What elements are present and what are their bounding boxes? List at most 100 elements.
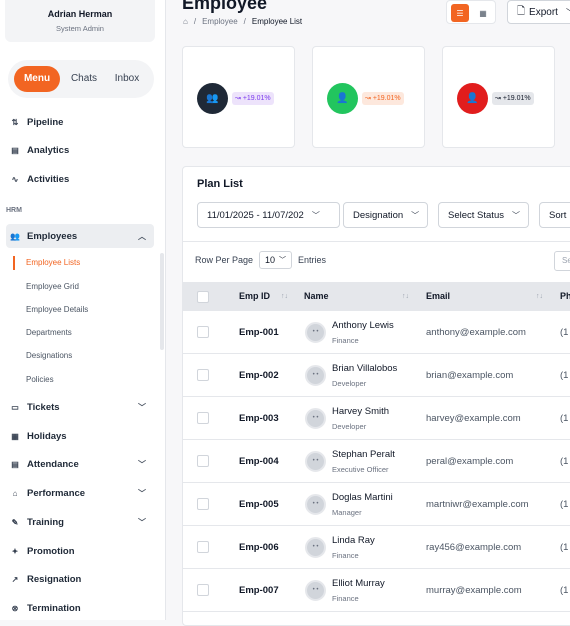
page-title: Employee xyxy=(182,0,268,13)
grid-view-button[interactable]: ▦ xyxy=(474,4,492,22)
sidebar-scrollbar[interactable] xyxy=(160,253,164,350)
sidebar-item-activities[interactable]: ∿ Activities xyxy=(6,167,154,191)
designation-label: Designation xyxy=(353,209,404,221)
designation-select[interactable]: Designation ﹀ xyxy=(343,202,428,228)
col-phone[interactable]: Ph xyxy=(560,282,570,311)
export-button[interactable]: 🗋 Export ﹀ xyxy=(507,0,570,24)
tab-menu[interactable]: Menu xyxy=(14,66,60,92)
row-checkbox[interactable] xyxy=(197,326,209,338)
rows-per-page-select[interactable]: 10 ﹀ xyxy=(259,251,293,269)
employee-email: peral@example.com xyxy=(426,456,514,467)
sidebar-item-label: Analytics xyxy=(27,144,70,156)
table-row[interactable]: Emp-007 • • Elliot Murray Finance murray@exa… xyxy=(183,569,570,612)
sidebar-item-label: Termination xyxy=(27,602,81,614)
sidebar-item-analytics[interactable]: ▤ Analytics xyxy=(6,138,154,162)
sort-icon[interactable]: ↑↓ xyxy=(281,282,288,311)
employee-name[interactable]: Doglas Martini xyxy=(332,492,393,503)
home-icon[interactable]: ⌂ xyxy=(183,17,188,26)
sidebar-sub-designations[interactable]: Designations xyxy=(26,351,72,360)
employee-email: harvey@example.com xyxy=(426,413,521,424)
status-select[interactable]: Select Status ﹀ xyxy=(438,202,529,228)
employee-name[interactable]: Elliot Murray xyxy=(332,578,385,589)
chevron-down-icon: ﹀ xyxy=(411,210,420,220)
list-icon: ☰ xyxy=(456,8,464,18)
col-emp-id[interactable]: Emp ID xyxy=(239,282,270,311)
sidebar-item-label: Attendance xyxy=(27,458,79,470)
avatar: • • xyxy=(305,537,326,558)
avatar: • • xyxy=(305,322,326,343)
row-checkbox[interactable] xyxy=(197,541,209,553)
sidebar-item-resignation[interactable]: ↗ Resignation xyxy=(6,567,154,591)
stat-card-total: 👥 ↝ +19.01% xyxy=(182,46,295,148)
sidebar-sub-employee-grid[interactable]: Employee Grid xyxy=(26,282,79,291)
search-input[interactable]: Se xyxy=(554,251,570,271)
sidebar-item-employees[interactable]: 👥 Employees ︿ xyxy=(6,224,154,248)
breadcrumb-employee[interactable]: Employee xyxy=(202,17,238,26)
sidebar-item-termination[interactable]: ⊗ Termination xyxy=(6,596,154,620)
sidebar-item-holidays[interactable]: ▦ Holidays xyxy=(6,424,154,448)
sidebar-sub-employee-details[interactable]: Employee Details xyxy=(26,305,88,314)
sidebar-item-label: Pipeline xyxy=(27,116,64,128)
date-range-value: 11/01/2025 - 11/07/202 xyxy=(207,209,304,221)
rows-per-page: Row Per Page 10 ﹀ Entries xyxy=(195,251,326,269)
employee-role: Executive Officer xyxy=(332,465,389,474)
employee-role: Finance xyxy=(332,551,359,560)
analytics-icon: ▤ xyxy=(11,145,19,155)
employee-name[interactable]: Harvey Smith xyxy=(332,406,389,417)
table-row[interactable]: Emp-002 • • Brian Villalobos Developer brian… xyxy=(183,354,570,397)
sort-icon[interactable]: ↑↓ xyxy=(402,282,409,311)
avatar: • • xyxy=(305,365,326,386)
sort-select[interactable]: Sort xyxy=(539,202,570,228)
employee-name[interactable]: Brian Villalobos xyxy=(332,363,397,374)
breadcrumb: ⌂ / Employee / Employee List xyxy=(183,17,303,26)
tab-inbox[interactable]: Inbox xyxy=(108,66,146,92)
sidebar-item-attendance[interactable]: ▤ Attendance ﹀ xyxy=(6,452,154,476)
employee-name[interactable]: Linda Ray xyxy=(332,535,375,546)
row-checkbox[interactable] xyxy=(197,412,209,424)
sidebar-item-performance[interactable]: ⌂ Performance ﹀ xyxy=(6,481,154,505)
sidebar-item-label: Activities xyxy=(27,173,70,185)
employee-phone: (1 xyxy=(560,370,569,381)
sort-icon[interactable]: ↑↓ xyxy=(536,282,543,311)
sidebar-sub-policies[interactable]: Policies xyxy=(26,375,54,384)
employee-email: martniwr@example.com xyxy=(426,499,529,510)
avatar: • • xyxy=(305,494,326,515)
select-all-checkbox[interactable] xyxy=(197,291,209,303)
sidebar-sub-employee-lists[interactable]: Employee Lists xyxy=(26,258,80,267)
employee-phone: (1 xyxy=(560,542,569,553)
col-name[interactable]: Name xyxy=(304,282,329,311)
table-row[interactable]: Emp-001 • • Anthony Lewis Finance anthony@ex… xyxy=(183,311,570,354)
col-email[interactable]: Email xyxy=(426,282,450,311)
tab-chats[interactable]: Chats xyxy=(63,66,105,92)
row-checkbox[interactable] xyxy=(197,498,209,510)
employee-name[interactable]: Anthony Lewis xyxy=(332,320,394,331)
user-card[interactable]: Adrian Herman System Admin xyxy=(5,0,155,42)
user-role: System Admin xyxy=(56,24,104,33)
graduation-icon: ⌂ xyxy=(12,488,18,498)
avatar: • • xyxy=(305,580,326,601)
list-view-button[interactable]: ☰ xyxy=(451,4,469,22)
table-row[interactable]: Emp-003 • • Harvey Smith Developer harvey@ex… xyxy=(183,397,570,440)
employee-name[interactable]: Stephan Peralt xyxy=(332,449,395,460)
table-row[interactable]: Emp-004 • • Stephan Peralt Executive Office… xyxy=(183,440,570,483)
sidebar-sub-departments[interactable]: Departments xyxy=(26,328,72,337)
sidebar-tabs: Menu Chats Inbox xyxy=(8,60,154,98)
external-link-icon: ↗ xyxy=(11,574,19,584)
sidebar-item-label: Performance xyxy=(27,487,86,499)
table-row[interactable]: Emp-006 • • Linda Ray Finance ray456@example… xyxy=(183,526,570,569)
row-checkbox[interactable] xyxy=(197,584,209,596)
date-range-picker[interactable]: 11/01/2025 - 11/07/202 ﹀ xyxy=(197,202,340,228)
row-checkbox[interactable] xyxy=(197,455,209,467)
sidebar-item-pipeline[interactable]: ⇅ Pipeline xyxy=(6,110,154,134)
emp-id: Emp-004 xyxy=(239,456,279,467)
sidebar-item-training[interactable]: ✎ Training ﹀ xyxy=(6,510,154,534)
avatar: • • xyxy=(305,451,326,472)
sidebar-item-label: Employees xyxy=(27,230,78,242)
table-row[interactable]: Emp-005 • • Doglas Martini Manager martniwr@… xyxy=(183,483,570,526)
sort-label: Sort xyxy=(549,209,567,221)
sidebar-item-tickets[interactable]: ▭ Tickets ﹀ xyxy=(6,395,154,419)
sidebar-item-promotion[interactable]: ✦ Promotion xyxy=(6,539,154,563)
employee-role: Manager xyxy=(332,508,362,517)
row-checkbox[interactable] xyxy=(197,369,209,381)
user-check-icon: 👤 xyxy=(327,83,358,114)
